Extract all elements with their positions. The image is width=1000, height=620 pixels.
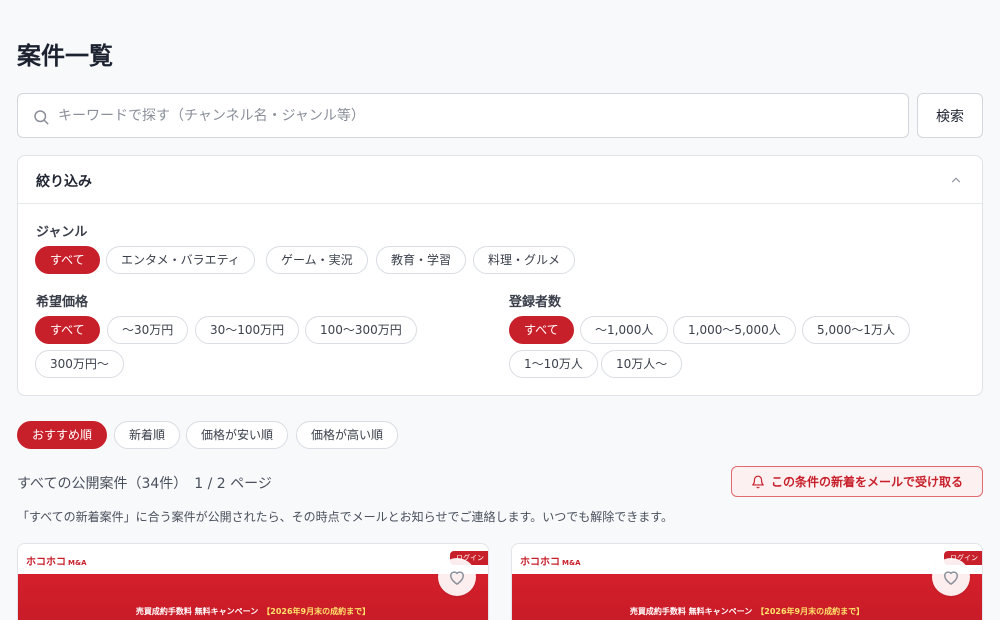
price-chip-under-30[interactable]: 〜30万円 (107, 316, 189, 344)
subscribers-chip-1-10man[interactable]: 1〜10万人 (509, 350, 598, 378)
page-title: 案件一覧 (17, 42, 113, 70)
search-input[interactable] (58, 94, 898, 137)
price-label: 希望価格 (36, 295, 89, 310)
filter-panel: 絞り込み ジャンル すべて エンタメ・バラエティ ゲーム・実況 教育・学習 料理… (17, 155, 983, 396)
result-summary: すべての公開案件（34件） 1 / 2 ページ (17, 476, 272, 492)
subscribers-chip-all[interactable]: すべて (509, 316, 574, 344)
email-notify-button[interactable]: この条件の新着をメールで受け取る (731, 466, 983, 497)
sort-price-low[interactable]: 価格が安い順 (186, 421, 289, 449)
filter-header[interactable]: 絞り込み (18, 156, 982, 204)
listing-card[interactable]: ホコホコ M&A ログイン 売買成約手数料 無料キャンペーン 【2026年9月末の… (511, 543, 983, 620)
sort-price-high[interactable]: 価格が高い順 (296, 421, 399, 449)
favorite-button[interactable] (932, 558, 970, 596)
heart-icon (944, 571, 958, 585)
genre-chip-cooking[interactable]: 料理・グルメ (473, 246, 576, 274)
favorite-button[interactable] (438, 558, 476, 596)
listing-card[interactable]: ホコホコ M&A ログイン 売買成約手数料 無料キャンペーン 【2026年9月末の… (17, 543, 489, 620)
card-banner-text: 売買成約手数料 無料キャンペーン 【2026年9月末の成約まで】 (629, 607, 865, 616)
sort-newest[interactable]: 新着順 (114, 421, 181, 449)
search-icon (34, 110, 49, 125)
price-chip-100-300[interactable]: 100〜300万円 (305, 316, 417, 344)
sort-recommended[interactable]: おすすめ順 (17, 421, 108, 449)
email-notify-label: この条件の新着をメールで受け取る (770, 475, 963, 489)
subscribers-chip-5000-10000[interactable]: 5,000〜1万人 (802, 316, 910, 344)
chevron-up-icon[interactable] (949, 173, 963, 187)
card-header: ホコホコ M&A ログイン (512, 544, 982, 574)
genre-chip-game[interactable]: ゲーム・実況 (266, 246, 368, 274)
subscribers-chip-under-1000[interactable]: 〜1,000人 (580, 316, 669, 344)
card-header: ホコホコ M&A ログイン (18, 544, 488, 574)
card-banner: 売買成約手数料 無料キャンペーン 【2026年9月末の成約まで】 (512, 574, 982, 620)
notify-description: 「すべての新着案件」に合う案件が公開されたら、その時点でメールとお知らせでご連絡… (17, 510, 674, 524)
search-button[interactable]: 検索 (917, 93, 983, 138)
subscribers-label: 登録者数 (509, 295, 562, 310)
card-logo: ホコホコ M&A (520, 557, 581, 568)
price-chip-30-100[interactable]: 30〜100万円 (195, 316, 300, 344)
genre-chip-entertainment[interactable]: エンタメ・バラエティ (106, 246, 255, 274)
genre-label: ジャンル (36, 225, 88, 240)
subscribers-chip-1000-5000[interactable]: 1,000〜5,000人 (673, 316, 796, 344)
filter-title: 絞り込み (36, 174, 92, 190)
subscribers-chip-over-10man[interactable]: 10万人〜 (601, 350, 683, 378)
search-box (17, 93, 909, 138)
price-chip-over-300[interactable]: 300万円〜 (35, 350, 124, 378)
card-banner: 売買成約手数料 無料キャンペーン 【2026年9月末の成約まで】 (18, 574, 488, 620)
card-banner-text: 売買成約手数料 無料キャンペーン 【2026年9月末の成約まで】 (135, 607, 371, 616)
price-chip-all[interactable]: すべて (35, 316, 100, 344)
genre-chip-all[interactable]: すべて (35, 246, 100, 274)
genre-chip-education[interactable]: 教育・学習 (376, 246, 467, 274)
heart-icon (450, 571, 464, 585)
bell-icon (752, 475, 764, 488)
card-logo: ホコホコ M&A (26, 557, 87, 568)
